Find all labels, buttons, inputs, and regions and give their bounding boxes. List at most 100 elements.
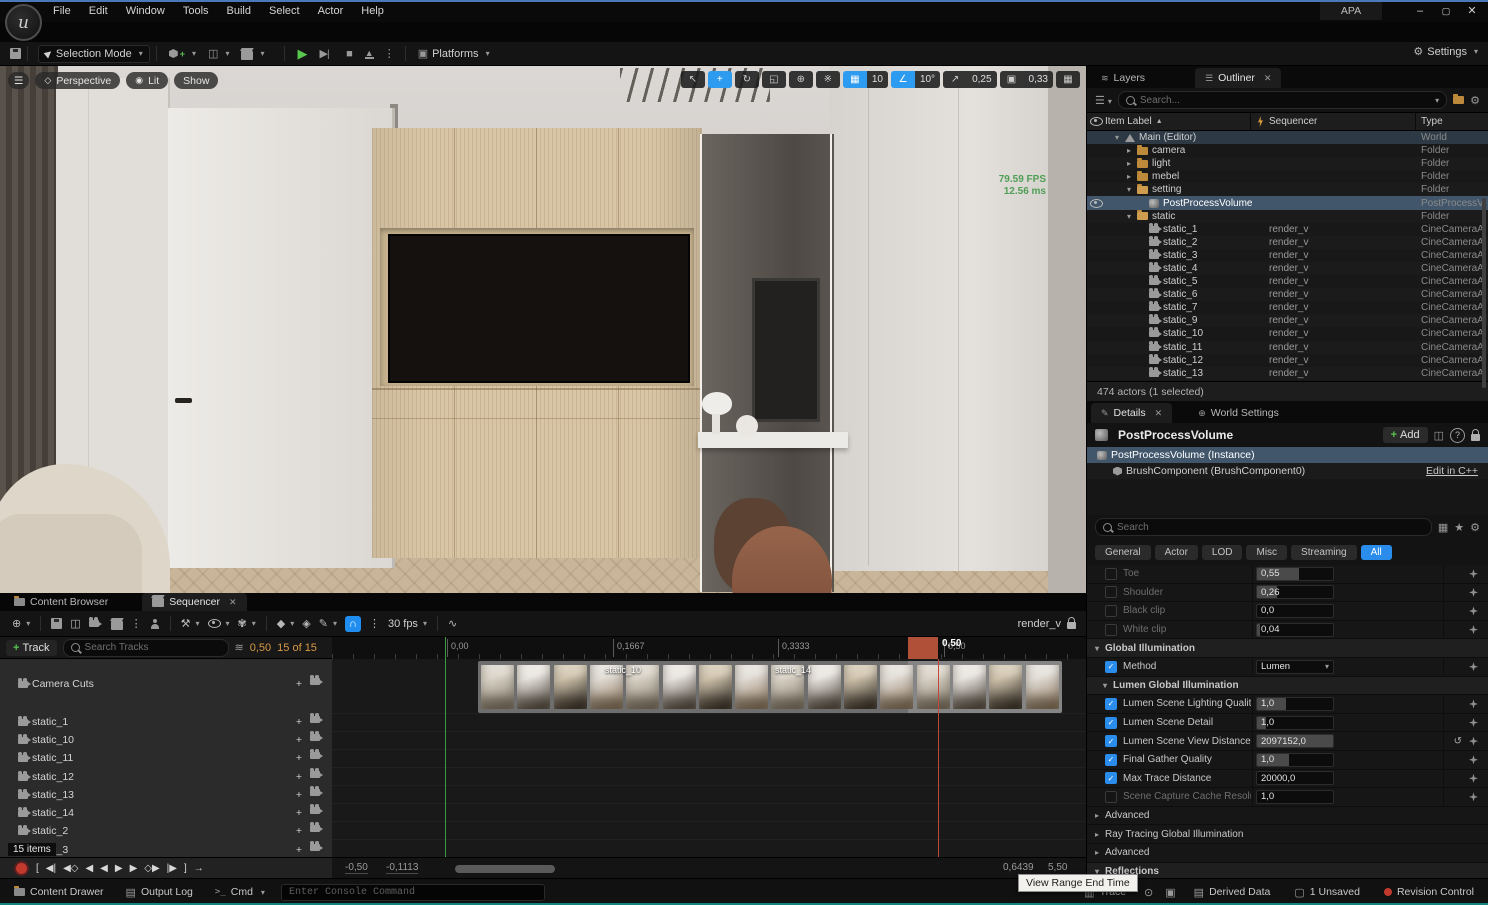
section-caret[interactable]: ▾ [1103,681,1113,690]
create-binding-icon[interactable] [1469,718,1478,727]
view-range-start-time[interactable]: 0,6439 [1003,862,1034,873]
revert-icon[interactable]: ↺ [1454,736,1462,747]
property-value-field[interactable]: 1,0 [1256,716,1334,730]
create-binding-icon[interactable] [1469,588,1478,597]
add-camera-icon[interactable] [310,825,320,832]
property-checkbox[interactable]: ✓ [1105,698,1117,710]
section-caret[interactable]: ▸ [1095,848,1105,857]
create-binding-icon[interactable] [1469,737,1478,746]
track-row[interactable]: static_11+ [0,749,332,767]
close-tab-icon[interactable]: ✕ [229,597,237,608]
working-range-start[interactable]: -0,50 [345,862,368,874]
property-checkbox[interactable]: ✓ [1105,735,1117,747]
scale-snap-icon-value[interactable]: 0,25 [967,71,996,88]
outliner-row[interactable]: ▾Main (Editor)World [1087,131,1488,144]
add-section-icon[interactable]: + [296,844,302,856]
outliner-row[interactable]: static_10render_vCineCameraAc [1087,327,1488,340]
more-icon[interactable]: ⋮ [365,615,384,632]
new-folder-icon[interactable] [1453,96,1464,104]
add-camera-icon[interactable] [310,789,320,796]
surface-snap-icon[interactable]: ※ [816,71,840,88]
lock-icon[interactable] [1471,434,1480,441]
favorites-icon[interactable]: ★ [1454,521,1464,534]
create-binding-icon[interactable] [1469,606,1478,615]
save-icon[interactable] [47,616,66,631]
property-section[interactable]: ▾Lumen Global Illumination [1087,677,1488,696]
outliner-row[interactable]: PostProcessVolumePostProcessV [1087,196,1488,209]
outliner-row[interactable]: static_11render_vCineCameraAc [1087,341,1488,354]
expand-caret[interactable]: ▾ [1127,212,1137,221]
menu-tools[interactable]: Tools [174,0,218,22]
output-log-button[interactable]: ▤ Output Log [120,886,199,899]
rotation-snap-icon[interactable]: ∠ [891,71,915,88]
close-button[interactable]: ✕ [1462,2,1482,20]
rotation-snap-icon-value[interactable]: 10° [915,71,940,88]
expand-caret[interactable]: ▸ [1127,159,1137,168]
outliner-row[interactable]: static_9render_vCineCameraAc [1087,314,1488,327]
add-actor-icon[interactable] [146,617,164,631]
play-reverse-button[interactable]: ◀ [100,863,108,874]
outliner-row[interactable]: static_12render_vCineCameraAc [1087,354,1488,367]
add-camera-icon[interactable] [310,771,320,778]
add-camera-icon[interactable] [310,844,320,851]
expand-caret[interactable]: ▸ [1127,172,1137,181]
viewport-options-button[interactable]: ☰ [8,72,29,89]
playback-options-icon[interactable]: ✾▾ [234,615,260,632]
menu-edit[interactable]: Edit [80,0,117,22]
tab-details[interactable]: ✎ Details ✕ [1091,403,1172,423]
section-caret[interactable]: ▸ [1095,830,1105,839]
menu-window[interactable]: Window [117,0,174,22]
property-row[interactable]: ✓Lumen Scene View Distance2097152,0↺ [1087,732,1488,751]
property-row[interactable]: ✓Max Trace Distance20000,0 [1087,770,1488,789]
property-checkbox[interactable]: ✓ [1105,772,1117,784]
eye-icon[interactable] [1090,199,1103,208]
property-row[interactable]: ▸Ray Tracing Global Illumination [1087,825,1488,844]
select-tool[interactable]: ↖ [681,71,705,88]
create-binding-icon[interactable] [1469,792,1478,801]
property-row[interactable]: ✓MethodLumen [1087,658,1488,677]
create-binding-icon[interactable] [1469,625,1478,634]
outliner-row[interactable]: static_1render_vCineCameraAc [1087,223,1488,236]
add-section-icon[interactable]: + [296,752,302,764]
jump-to-end-button[interactable]: ] [184,863,187,874]
edit-in-cpp-link[interactable]: Edit in C++ [1426,465,1478,477]
world-icon[interactable]: ⊕▾ [8,615,34,632]
display-mode-icon[interactable]: ▦ [1438,521,1448,534]
outliner-row[interactable]: static_3render_vCineCameraAc [1087,249,1488,262]
property-row[interactable]: ✓Lumen Scene Detail1,0 [1087,714,1488,733]
menu-build[interactable]: Build [218,0,260,22]
camera-icon[interactable] [85,618,107,629]
move-tool[interactable]: + [708,71,732,88]
tab-layers[interactable]: ≋ Layers [1091,68,1155,88]
render-movie-icon[interactable] [107,616,127,632]
property-value-field[interactable]: 0,26 [1256,585,1334,599]
step-back-button[interactable]: ◀ [85,863,93,874]
add-section-icon[interactable]: + [296,678,302,690]
property-row[interactable]: Scene Capture Cache Resolution...1,0 [1087,788,1488,807]
timeline-scrollbar[interactable] [455,865,555,873]
snap-icon[interactable]: ∩ [341,614,365,634]
filter-actor[interactable]: Actor [1155,545,1198,560]
outliner-column-header[interactable]: Item Label ▲ Sequencer Type [1087,112,1488,131]
add-camera-icon[interactable] [310,807,320,814]
insights-icon[interactable]: ⊙ [1144,886,1153,899]
blueprints-button[interactable]: ◫▾ [202,45,235,62]
section-caret[interactable]: ▸ [1095,811,1105,820]
unreal-logo-icon[interactable]: u [5,4,42,41]
property-checkbox[interactable] [1105,586,1117,598]
cinematics-button[interactable]: ▾ [235,46,270,62]
property-checkbox[interactable]: ✓ [1105,754,1117,766]
more-icon[interactable]: ⋮ [127,615,146,632]
find-in-content-browser-icon[interactable]: ◫ [66,615,84,632]
close-tab-icon[interactable]: ✕ [1155,408,1163,419]
create-binding-icon[interactable] [1469,699,1478,708]
record-button[interactable] [14,861,29,876]
grid-snap-icon-value[interactable]: 10 [867,71,888,88]
property-checkbox[interactable] [1105,605,1117,617]
scale-snap-icon[interactable]: ↗ [943,71,967,88]
property-checkbox[interactable]: ✓ [1105,717,1117,729]
property-row[interactable]: ▸Advanced [1087,844,1488,863]
expand-caret[interactable]: ▾ [1115,133,1125,142]
outliner-row[interactable]: ▾staticFolder [1087,210,1488,223]
menu-actor[interactable]: Actor [309,0,353,22]
